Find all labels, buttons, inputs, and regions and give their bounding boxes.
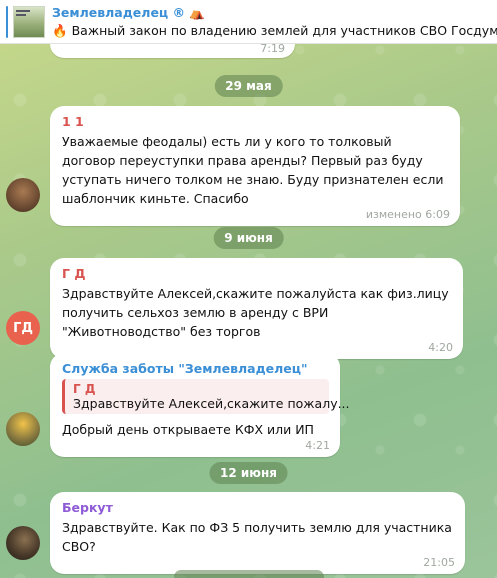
channel-title-text: Землевладелец ® xyxy=(52,5,186,20)
message-time: 4:20 xyxy=(428,341,453,354)
message-author[interactable]: Беркут xyxy=(62,500,454,515)
message-bubble[interactable]: 1 1 Уважаемые феодалы) есть ли у кого то… xyxy=(50,106,460,226)
message-bubble[interactable]: Служба заботы "Землевладелец" Г Д Здравс… xyxy=(50,353,350,457)
date-separator: 12 июня xyxy=(209,462,288,484)
quote-text: Здравствуйте Алексей,скажите пожалу... xyxy=(73,396,350,411)
message-bubble[interactable]: Беркут Здравствуйте. Как по ФЗ 5 получит… xyxy=(50,492,465,574)
pinned-preview-text: Важный закон по владению землей для учас… xyxy=(71,23,497,38)
message-text: Здравствуйте. Как по ФЗ 5 получить землю… xyxy=(62,520,452,554)
message-text: Здравствуйте Алексей,скажите пожалуйста … xyxy=(62,286,449,339)
message-text: Добрый день открываете КФХ или ИП xyxy=(62,422,314,437)
message-time: изменено 6:09 xyxy=(365,208,450,221)
pinned-thumbnail[interactable] xyxy=(13,6,45,38)
avatar[interactable] xyxy=(6,412,40,446)
message-time: 21:05 xyxy=(423,556,455,569)
avatar-initials: ГД xyxy=(13,320,33,336)
message-time: 4:21 xyxy=(305,439,330,452)
date-separator: 29 мая xyxy=(214,75,283,97)
fire-icon: 🔥 xyxy=(52,23,68,38)
message-author[interactable]: Служба заботы "Землевладелец" xyxy=(62,361,329,376)
message-author[interactable]: Г Д xyxy=(62,266,452,281)
tent-icon: ⛺ xyxy=(189,5,205,20)
avatar[interactable]: ГД xyxy=(6,311,40,345)
reply-quote[interactable]: Г Д Здравствуйте Алексей,скажите пожалу.… xyxy=(62,379,350,414)
pinned-message-bar[interactable]: Землевладелец ® ⛺ 🔥 Важный закон по владе… xyxy=(0,0,497,44)
pinned-channel-title: Землевладелец ® ⛺ xyxy=(52,5,205,21)
message-bubble[interactable]: Г Д Здравствуйте Алексей,скажите пожалуй… xyxy=(50,258,463,359)
date-separator-partial xyxy=(173,570,324,578)
avatar[interactable] xyxy=(6,178,40,212)
quote-author: Г Д xyxy=(73,382,96,396)
message-text: Уважаемые феодалы) есть ли у кого то тол… xyxy=(62,134,444,206)
pinned-accent-bar xyxy=(6,6,8,38)
thumbnail-text-line xyxy=(16,10,30,12)
date-separator: 9 июня xyxy=(213,227,284,249)
thumbnail-text-line xyxy=(16,14,26,16)
avatar[interactable] xyxy=(6,526,40,560)
message-author[interactable]: 1 1 xyxy=(62,114,449,129)
pinned-preview: 🔥 Важный закон по владению землей для уча… xyxy=(52,23,497,39)
